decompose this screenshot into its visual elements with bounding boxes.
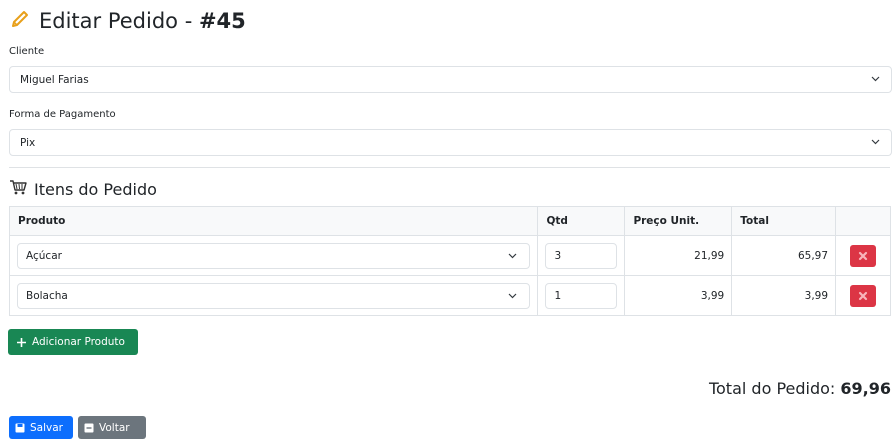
back-icon [84,423,94,432]
product-value: Bolacha [26,289,68,302]
save-icon [15,423,25,432]
save-button[interactable]: Salvar [9,416,73,439]
order-total: Total do Pedido: 69,96 [709,379,891,398]
chevron-down-icon [871,139,880,145]
cart-icon [9,179,27,199]
order-total-label: Total do Pedido: [708,379,841,398]
column-header-total: Total [731,206,837,236]
items-table: Produto Qtd Preço Unit. Total Açúcar 3 2… [8,206,891,316]
column-header-produto: Produto [8,206,539,236]
remove-item-button[interactable] [850,244,877,267]
cliente-select[interactable]: Miguel Farias [9,66,892,93]
divider [9,167,890,168]
cliente-label: Cliente [9,46,45,57]
pagamento-select[interactable]: Pix [9,129,892,156]
close-icon [858,291,868,300]
order-number: #45 [198,9,246,33]
page-title-text: Editar Pedido - [39,9,199,33]
product-select[interactable]: Açúcar [17,242,531,269]
line-total: 65,97 [731,235,837,276]
cliente-value: Miguel Farias [20,73,89,86]
product-select[interactable]: Bolacha [17,282,531,309]
save-label: Salvar [30,421,63,434]
product-value: Açúcar [26,249,62,262]
column-header-actions [835,206,891,236]
back-button[interactable]: Voltar [78,416,146,439]
chevron-down-icon [509,293,517,298]
items-section-title: Itens do Pedido [9,178,157,200]
table-header-row: Produto Qtd Preço Unit. Total [8,206,891,236]
chevron-down-icon [871,76,880,82]
pagamento-label: Forma de Pagamento [9,109,116,120]
back-label: Voltar [99,421,130,434]
unit-price: 3,99 [624,275,733,316]
remove-item-button[interactable] [850,284,877,307]
page-title: Editar Pedido - #45 [9,4,246,38]
add-product-label: Adicionar Produto [32,336,125,348]
column-header-qtd: Qtd [537,206,626,236]
add-product-button[interactable]: Adicionar Produto [8,329,138,355]
quantity-input[interactable]: 3 [545,242,618,269]
unit-price: 21,99 [624,235,733,276]
chevron-down-icon [509,253,517,258]
quantity-input[interactable]: 1 [545,282,618,309]
table-row: Bolacha 1 3,99 3,99 [8,275,891,316]
order-total-value: 69,96 [840,379,891,398]
pagamento-value: Pix [20,136,36,149]
close-icon [858,251,868,260]
column-header-preco: Preço Unit. [624,206,733,236]
items-section-label: Itens do Pedido [34,179,157,199]
plus-icon [17,337,26,347]
line-total: 3,99 [731,275,837,316]
table-row: Açúcar 3 21,99 65,97 [8,235,891,276]
pencil-icon [9,8,31,35]
